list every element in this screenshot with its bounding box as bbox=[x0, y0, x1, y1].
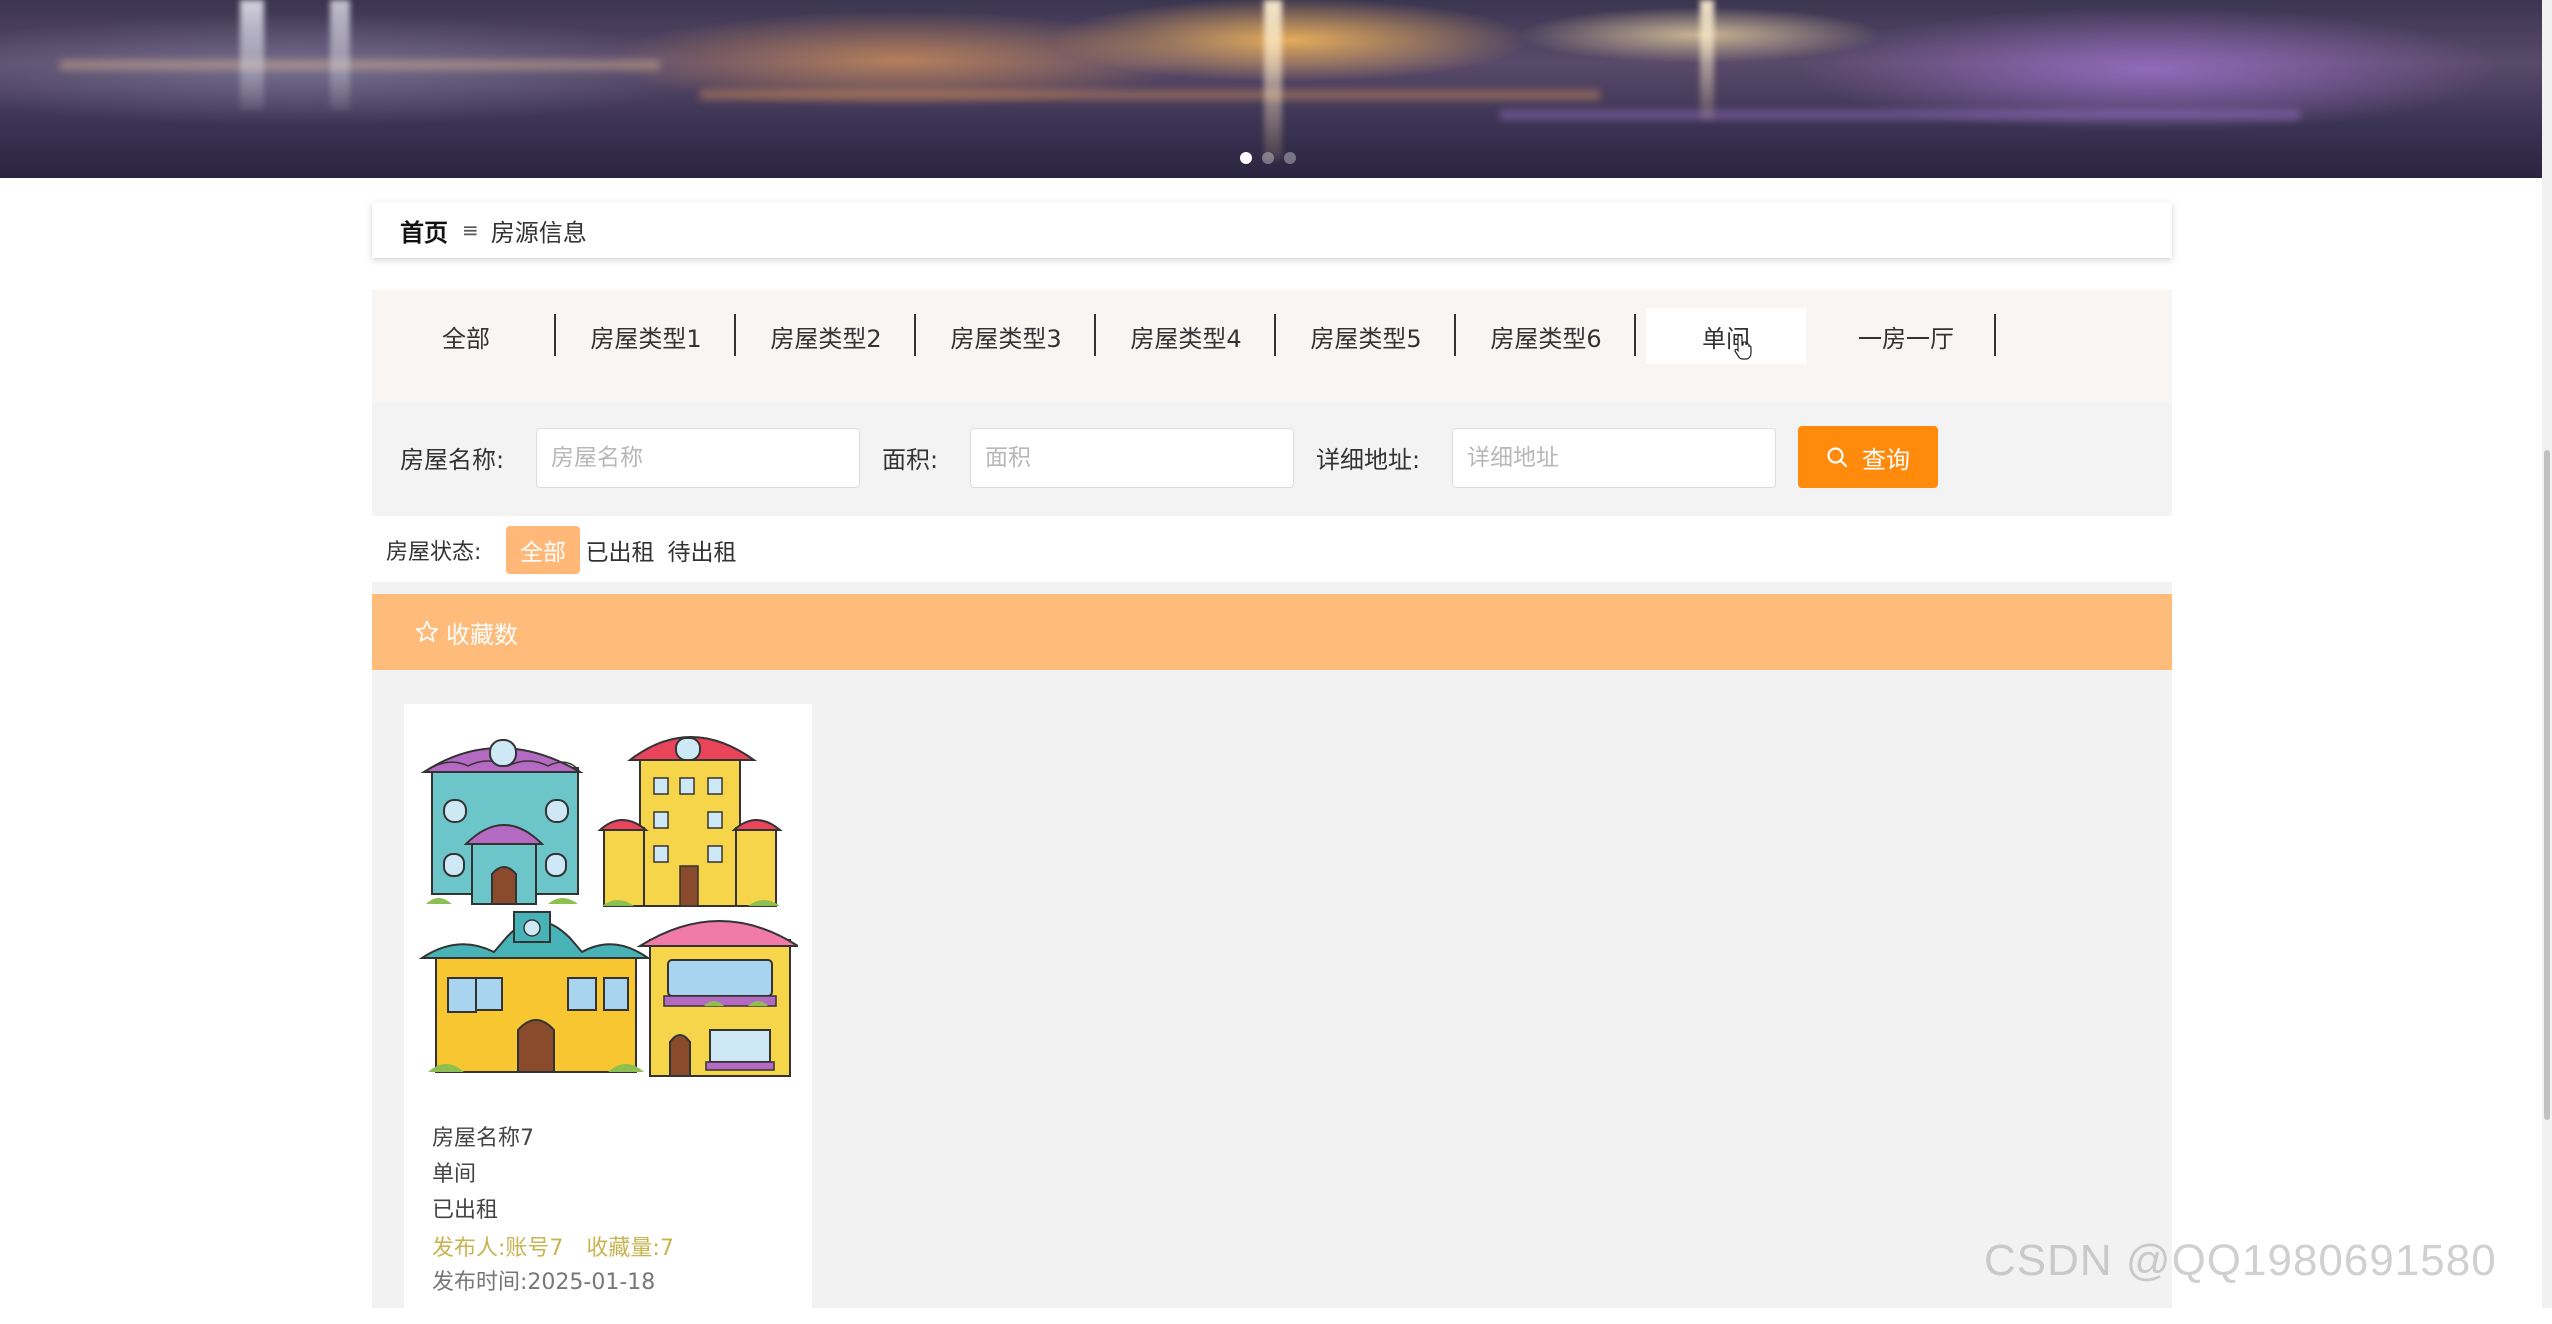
banner-carousel[interactable] bbox=[0, 0, 2542, 178]
status-option[interactable]: 待出租 bbox=[666, 526, 738, 574]
star-outline-icon[interactable] bbox=[414, 619, 440, 645]
publisher-info: 发布人:账号7 bbox=[432, 1236, 563, 1261]
publish-time-label: 发布时间: bbox=[432, 1270, 528, 1295]
category-tab[interactable]: 全部 bbox=[386, 308, 546, 364]
breadcrumb-current: 房源信息 bbox=[490, 218, 587, 247]
tab-divider bbox=[914, 314, 916, 356]
category-tab[interactable]: 一房一厅 bbox=[1826, 308, 1986, 364]
banner-light-streak bbox=[700, 90, 1600, 100]
listing-type: 单间 bbox=[432, 1162, 477, 1187]
favorites-label: 收藏量: bbox=[586, 1236, 660, 1261]
banner-light-reflection bbox=[240, 0, 264, 110]
listing-card[interactable]: 房屋名称7 单间 已出租 发布人:账号7 收藏量:7 发布时间:2025-01-… bbox=[404, 704, 812, 1324]
sort-bar: 收藏数 bbox=[372, 594, 2172, 670]
tab-divider bbox=[1634, 314, 1636, 356]
tab-divider bbox=[554, 314, 556, 356]
carousel-dot[interactable] bbox=[1284, 152, 1296, 164]
listing-publish-time: 发布时间:2025-01-18 bbox=[432, 1264, 655, 1296]
listing-status: 已出租 bbox=[432, 1198, 499, 1223]
category-tab[interactable]: 房屋类型5 bbox=[1286, 308, 1446, 364]
listing-meta: 发布人:账号7 收藏量:7 bbox=[432, 1230, 690, 1262]
sort-favorites-label[interactable]: 收藏数 bbox=[446, 615, 518, 650]
tab-divider bbox=[1454, 314, 1456, 356]
category-tab[interactable]: 单间 bbox=[1646, 308, 1806, 364]
category-tabs: 全部 房屋类型1 房屋类型2 房屋类型3 房屋类型4 房屋类型5 房屋类型6 单间 一房一厅 bbox=[372, 290, 2172, 402]
favorites-value: 7 bbox=[659, 1236, 674, 1261]
house-name-input[interactable] bbox=[536, 428, 860, 488]
address-label: 详细地址: bbox=[1316, 446, 1421, 474]
search-icon bbox=[1827, 447, 1848, 468]
banner-light-reflection bbox=[1700, 0, 1714, 120]
banner-light-reflection bbox=[330, 0, 350, 110]
house-image bbox=[418, 736, 798, 1077]
breadcrumb-home[interactable]: 首页 bbox=[400, 213, 448, 248]
banner-light-streak bbox=[1500, 110, 2300, 120]
status-filter-label: 房屋状态: bbox=[386, 540, 482, 565]
listing-name: 房屋名称7 bbox=[432, 1126, 534, 1151]
area-label: 面积: bbox=[882, 446, 939, 474]
status-filter: 房屋状态: 全部 已出租 待出租 bbox=[372, 516, 2172, 582]
publisher-label: 发布人: bbox=[432, 1236, 506, 1261]
hand-cursor-icon bbox=[1734, 334, 1752, 360]
breadcrumb-separator-icon: ≡ bbox=[462, 218, 479, 242]
address-input[interactable] bbox=[1452, 428, 1776, 488]
watermark: CSDN @QQ1980691580 bbox=[1984, 1236, 2497, 1285]
favorites-info: 收藏量:7 bbox=[586, 1236, 673, 1261]
publisher-value: 账号7 bbox=[505, 1236, 564, 1261]
carousel-indicators bbox=[1240, 152, 1296, 164]
carousel-dot[interactable] bbox=[1262, 152, 1274, 164]
carousel-dot[interactable] bbox=[1240, 152, 1252, 164]
status-option[interactable]: 已出租 bbox=[584, 526, 656, 574]
tab-divider bbox=[1094, 314, 1096, 356]
tab-divider bbox=[1274, 314, 1276, 356]
house-name-label: 房屋名称: bbox=[400, 446, 505, 474]
category-tab[interactable]: 房屋类型6 bbox=[1466, 308, 1626, 364]
publish-time-value: 2025-01-18 bbox=[527, 1270, 656, 1295]
banner-light-reflection bbox=[1264, 0, 1282, 160]
category-tab[interactable]: 房屋类型1 bbox=[566, 308, 726, 364]
area-input[interactable] bbox=[970, 428, 1294, 488]
category-tab[interactable]: 房屋类型4 bbox=[1106, 308, 1266, 364]
search-form: 房屋名称: 面积: 详细地址: 查询 bbox=[372, 402, 2172, 516]
search-button-label: 查询 bbox=[1862, 445, 1910, 474]
listing-grid: 房屋名称7 单间 已出租 发布人:账号7 收藏量:7 发布时间:2025-01-… bbox=[372, 670, 2172, 1324]
tab-divider bbox=[734, 314, 736, 356]
tab-divider bbox=[1994, 314, 1996, 356]
breadcrumb: 首页 ≡ 房源信息 bbox=[372, 202, 2172, 258]
status-option[interactable]: 全部 bbox=[506, 526, 580, 574]
page-scrollbar-thumb[interactable] bbox=[2544, 450, 2550, 1120]
banner-light-streak bbox=[60, 60, 660, 70]
category-tab[interactable]: 房屋类型2 bbox=[746, 308, 906, 364]
divider-strip bbox=[372, 582, 2172, 594]
search-button[interactable]: 查询 bbox=[1798, 426, 1938, 488]
category-tab[interactable]: 房屋类型3 bbox=[926, 308, 1086, 364]
